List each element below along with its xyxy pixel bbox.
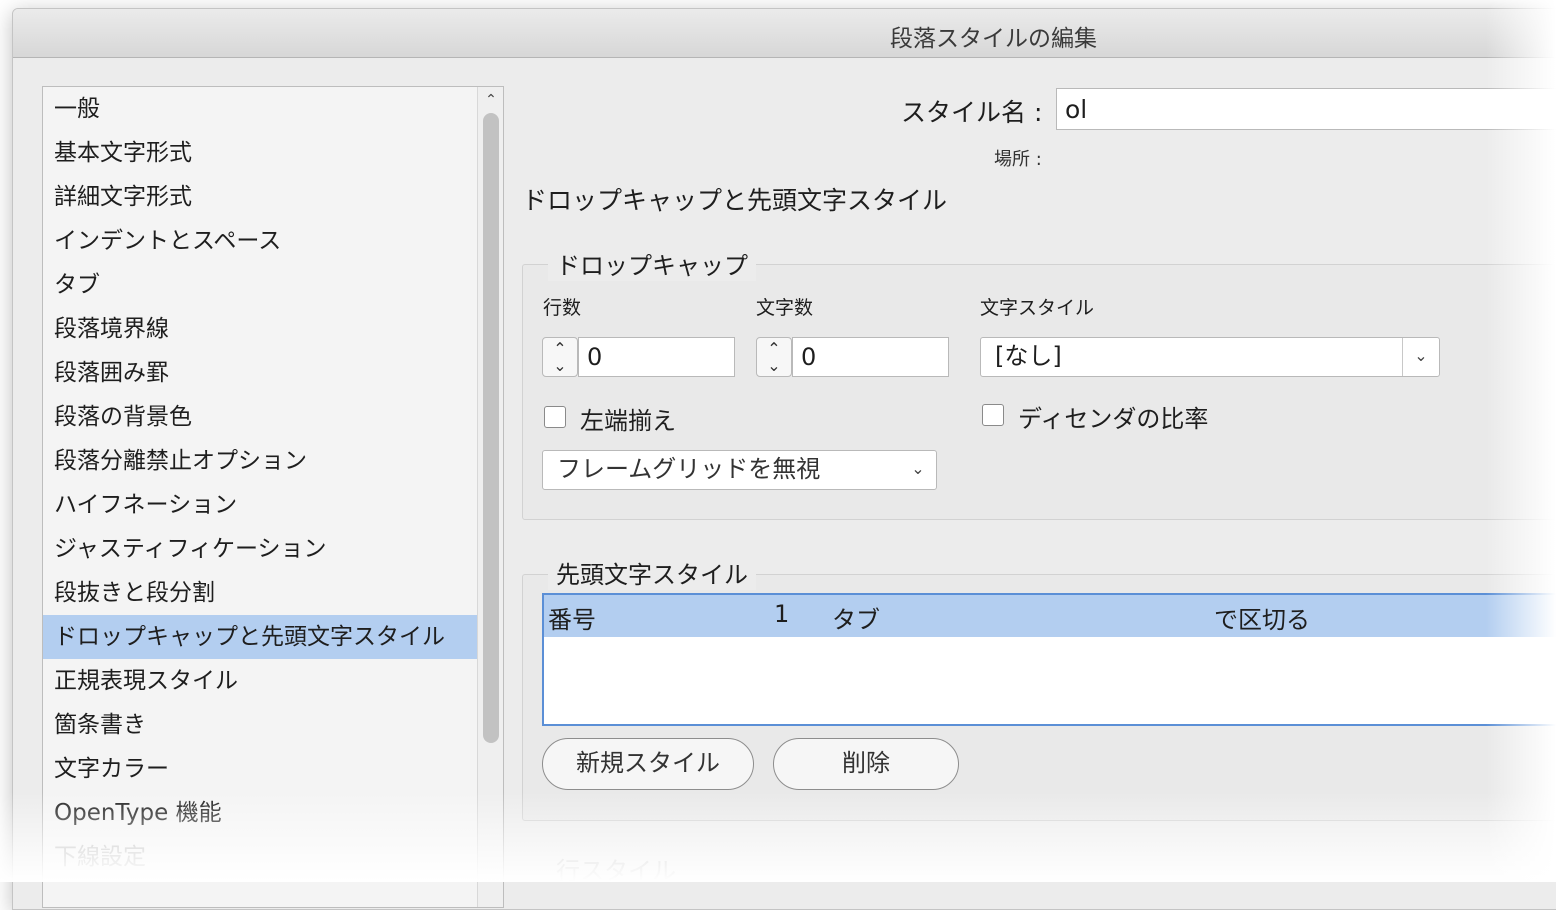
delete-button[interactable]: 削除 <box>773 738 959 790</box>
sidebar-item-basic-char-format[interactable]: 基本文字形式 <box>43 131 477 175</box>
title-bar: 段落スタイルの編集 <box>13 9 1556 58</box>
chevron-down-icon[interactable]: ⌄ <box>543 358 577 374</box>
frame-grid-select[interactable]: フレームグリッドを無視 ⌄ <box>542 450 937 490</box>
char-style-select[interactable]: [なし] ⌄ <box>980 337 1440 377</box>
sidebar-item-opentype-features[interactable]: OpenType 機能 <box>43 791 477 835</box>
dialog-window: 段落スタイルの編集 一般 基本文字形式 詳細文字形式 インデントとスペース タブ… <box>12 8 1556 910</box>
line-styles-group-title: 行スタイル <box>556 857 676 885</box>
row-mode-cell[interactable]: で区切る <box>1214 600 1310 635</box>
window-title: 段落スタイルの編集 <box>890 26 1097 52</box>
align-left-checkbox[interactable] <box>544 406 566 428</box>
nested-styles-table[interactable]: 番号 1 タブ で区切る <box>542 593 1556 726</box>
lines-input[interactable] <box>578 337 735 377</box>
chars-label: 文字数 <box>756 297 814 319</box>
nested-styles-group-title: 先頭文字スタイル <box>548 555 756 590</box>
align-left-label: 左端揃え <box>580 407 676 435</box>
style-name-input[interactable] <box>1056 88 1556 130</box>
sidebar-item-drop-caps-nested-styles[interactable]: ドロップキャップと先頭文字スタイル <box>43 615 477 659</box>
chevron-up-icon[interactable]: ⌃ <box>757 341 791 357</box>
lines-label: 行数 <box>543 297 582 319</box>
sidebar-item-hyphenation[interactable]: ハイフネーション <box>43 483 477 527</box>
sidebar-scrollbar[interactable]: ⌃ <box>477 87 503 907</box>
chevron-down-icon[interactable]: ⌄ <box>757 358 791 374</box>
chevron-down-icon[interactable]: ⌄ <box>1402 338 1439 376</box>
sidebar-item-general[interactable]: 一般 <box>43 87 477 131</box>
sidebar-item-grep-style[interactable]: 正規表現スタイル <box>43 659 477 703</box>
sidebar-item-paragraph-rules[interactable]: 段落境界線 <box>43 307 477 351</box>
category-list: 一般 基本文字形式 詳細文字形式 インデントとスペース タブ 段落境界線 段落囲… <box>42 86 504 908</box>
chevron-up-icon[interactable]: ⌃ <box>484 93 498 107</box>
sidebar-item-underline-options[interactable]: 下線設定 <box>43 835 477 879</box>
descender-label: ディセンダの比率 <box>1018 405 1209 433</box>
sidebar-item-paragraph-border[interactable]: 段落囲み罫 <box>43 351 477 395</box>
table-row[interactable]: 番号 1 タブ で区切る <box>544 595 1556 637</box>
chars-input[interactable] <box>792 337 949 377</box>
new-style-button[interactable]: 新規スタイル <box>542 738 754 790</box>
row-count-cell[interactable]: 1 <box>774 600 789 628</box>
chevron-down-icon[interactable]: ⌄ <box>900 451 936 489</box>
sidebar-item-character-color[interactable]: 文字カラー <box>43 747 477 791</box>
sidebar-item-indents-spacing[interactable]: インデントとスペース <box>43 219 477 263</box>
style-name-label: スタイル名 : <box>901 98 1043 127</box>
sidebar-item-justification[interactable]: ジャスティフィケーション <box>43 527 477 571</box>
scroll-thumb[interactable] <box>483 113 499 743</box>
sidebar-item-tabs[interactable]: タブ <box>43 263 477 307</box>
drop-cap-group-title: ドロップキャップ <box>548 246 756 281</box>
chevron-up-icon[interactable]: ⌃ <box>543 341 577 357</box>
sidebar-item-advanced-char-format[interactable]: 詳細文字形式 <box>43 175 477 219</box>
chars-stepper[interactable]: ⌃ ⌄ <box>756 337 792 377</box>
sidebar-item-bullets-numbering[interactable]: 箇条書き <box>43 703 477 747</box>
section-title: ドロップキャップと先頭文字スタイル <box>522 186 948 215</box>
descender-checkbox[interactable] <box>982 404 1004 426</box>
sidebar-item-span-columns[interactable]: 段抜きと段分割 <box>43 571 477 615</box>
location-label: 場所 : <box>994 149 1042 170</box>
lines-stepper[interactable]: ⌃ ⌄ <box>542 337 578 377</box>
sidebar-item-paragraph-shading[interactable]: 段落の背景色 <box>43 395 477 439</box>
char-style-value: [なし] <box>995 342 1062 370</box>
row-style-cell[interactable]: 番号 <box>548 600 596 635</box>
row-char-cell[interactable]: タブ <box>832 600 880 635</box>
frame-grid-value: フレームグリッドを無視 <box>557 455 821 483</box>
char-style-label: 文字スタイル <box>980 297 1095 319</box>
sidebar-item-keep-options[interactable]: 段落分離禁止オプション <box>43 439 477 483</box>
